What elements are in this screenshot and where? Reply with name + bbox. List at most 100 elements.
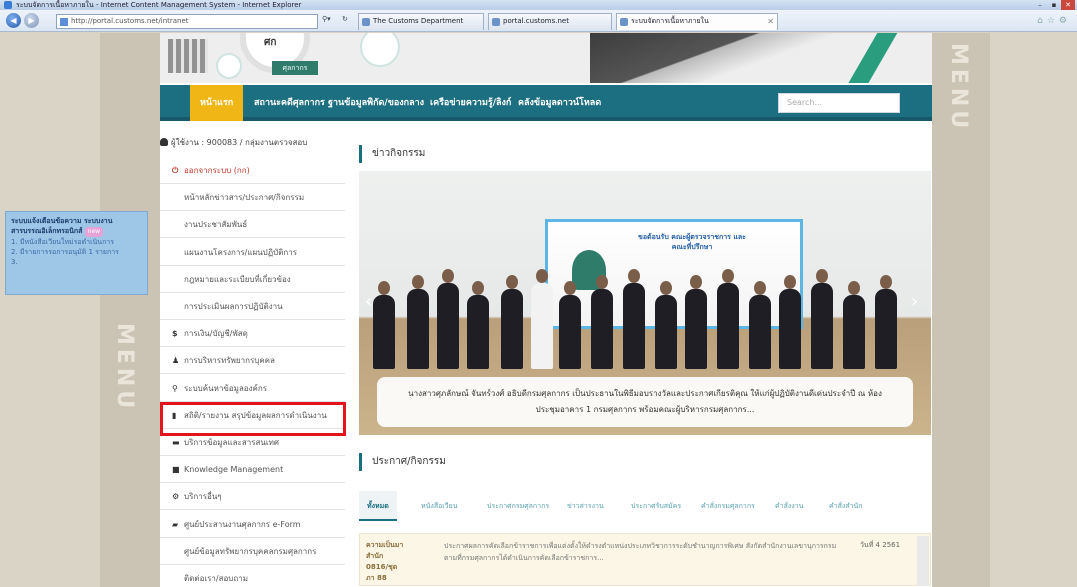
announcement-scrollbar[interactable] bbox=[917, 536, 929, 586]
person-figure bbox=[685, 289, 707, 369]
widget-line[interactable]: 2. มีรายการรอการอนุมัติ 1 รายการ bbox=[11, 247, 142, 257]
side-menu-item[interactable]: หน้าหลักข่าวสาร/ประกาศ/กิจกรรม bbox=[160, 184, 345, 212]
side-menu-item[interactable]: แผนงานโครงการ/แผนปฏิบัติการ bbox=[160, 239, 345, 266]
person-figure bbox=[407, 289, 429, 369]
person-head bbox=[660, 281, 672, 295]
side-menu-item[interactable]: ♟ การบริหารทรัพยากรบุคคล bbox=[160, 347, 345, 375]
side-menu-item[interactable]: $ การเงิน/บัญชี/พัสดุ bbox=[160, 320, 345, 348]
tab-bureau-orders[interactable]: คำสั่งสำนัก bbox=[829, 491, 863, 521]
nav-home[interactable]: หน้าแรก bbox=[190, 85, 244, 121]
person-head bbox=[378, 281, 390, 295]
tab-all[interactable]: ทั้งหมด bbox=[359, 491, 397, 521]
nav-tariff-database[interactable]: ฐานข้อมูลพิกัด/ของกลาง bbox=[328, 85, 424, 121]
widget-line[interactable]: 1. มีหนังสือเวียนใหม่รอดำเนินการ bbox=[11, 237, 142, 247]
tab-news[interactable]: ข่าวสารงาน bbox=[567, 491, 604, 521]
background-stripe bbox=[100, 33, 160, 587]
person-head bbox=[506, 275, 518, 289]
side-menu-item[interactable]: ■ Knowledge Management bbox=[160, 456, 345, 484]
gear-icon: ⚙ bbox=[172, 492, 180, 502]
maximize-button[interactable]: ▪ bbox=[1047, 0, 1061, 10]
user-icon bbox=[160, 138, 168, 146]
side-menu-label: หน้าหลักข่าวสาร/ประกาศ/กิจกรรม bbox=[184, 193, 305, 203]
tab-circulars[interactable]: หนังสือเวียน bbox=[421, 491, 458, 521]
photo-caption: นางสาวศุภลักษณ์ จันทร์วงศ์ อธิบดีกรมศุลก… bbox=[377, 377, 913, 427]
slider-next-icon[interactable]: › bbox=[911, 291, 918, 312]
news-section-title: ข่าวกิจกรรม bbox=[359, 145, 425, 163]
person-head bbox=[880, 275, 892, 289]
tab-work-orders[interactable]: คำสั่งงาน bbox=[775, 491, 803, 521]
tab-portal[interactable]: portal.customs.net bbox=[488, 13, 612, 30]
side-menu-item[interactable]: ▰ ศูนย์ประสานงานศุลกากร e-Form bbox=[160, 511, 345, 538]
news-photo-slider[interactable]: ขอต้อนรับ คณะผู้ตรวจราชการ และคณะที่ปรึก… bbox=[359, 171, 931, 435]
site-logo-subtitle: ศุลกากร bbox=[272, 61, 318, 75]
address-bar[interactable]: http://portal.customs.net/intranet bbox=[56, 14, 318, 29]
backdrop-text: ขอต้อนรับ คณะผู้ตรวจราชการ และคณะที่ปรึก… bbox=[638, 233, 746, 251]
person-figure bbox=[559, 295, 581, 369]
side-menu-item[interactable]: กฎหมายและระเบียบที่เกี่ยวข้อง bbox=[160, 266, 345, 293]
person-head bbox=[472, 281, 484, 295]
side-menu-label: Knowledge Management bbox=[184, 465, 284, 475]
person-head bbox=[564, 281, 576, 295]
person-head bbox=[412, 275, 424, 289]
notification-widget[interactable]: ระบบแจ้งเตือนข้อความ ระบบงานสารบรรณอิเล็… bbox=[5, 211, 148, 295]
tab-customs-announcements[interactable]: ประกาศกรมศุลกากร bbox=[487, 491, 549, 521]
person-head bbox=[596, 275, 608, 289]
user-icon: ♟ bbox=[172, 356, 180, 366]
side-menu-item[interactable]: ศูนย์ข้อมูลทรัพยากรบุคคลกรมศุลกากร bbox=[160, 538, 345, 565]
ie-logo-icon bbox=[4, 1, 12, 9]
refresh-icon[interactable]: ↻ bbox=[342, 15, 348, 23]
person-figure bbox=[501, 289, 523, 369]
search-dropdown-icon[interactable]: ⚲▾ bbox=[322, 15, 331, 23]
person-figure bbox=[467, 295, 489, 369]
side-menu-item[interactable]: ⚲ ระบบค้นหาข้อมูลองค์กร bbox=[160, 375, 345, 402]
address-text: http://portal.customs.net/intranet bbox=[71, 17, 189, 25]
search-input[interactable]: Search... bbox=[778, 93, 900, 113]
tab-active[interactable]: ระบบจัดการเนื้อหาภายใน ✕ bbox=[616, 13, 778, 30]
user-info-text: ผู้ใช้งาน : 900083 / กลุ่มงานตรวจสอบ bbox=[171, 138, 308, 147]
highlight-box bbox=[160, 402, 346, 436]
person-head bbox=[442, 269, 454, 283]
power-icon: ⏻ bbox=[172, 166, 179, 175]
side-menu-item[interactable]: งานประชาสัมพันธ์ bbox=[160, 211, 345, 239]
side-menu-label: แผนงานโครงการ/แผนปฏิบัติการ bbox=[184, 247, 298, 257]
tab-recruitment[interactable]: ประกาศรับสมัคร bbox=[631, 491, 681, 521]
announcement-ref: ความเป็นมา สำนัก 0816/ชุดภา 88 bbox=[366, 541, 404, 582]
side-menu-item[interactable]: ติดต่อเรา/สอบถาม bbox=[160, 565, 345, 587]
announcement-item[interactable]: ความเป็นมา สำนัก 0816/ชุดภา 88 ประกาศผลก… bbox=[359, 533, 931, 586]
side-menu-label: ศูนย์ประสานงานศุลกากร e-Form bbox=[184, 519, 301, 529]
page-icon bbox=[60, 18, 68, 26]
tab-customs-orders[interactable]: คำสั่งกรมศุลกากร bbox=[701, 491, 755, 521]
browser-toolbar: ◀ ▶ http://portal.customs.net/intranet ⚲… bbox=[0, 10, 1077, 32]
person-head bbox=[722, 269, 734, 283]
close-button[interactable]: ✕ bbox=[1061, 0, 1075, 10]
user-info: ผู้ใช้งาน : 900083 / กลุ่มงานตรวจสอบ bbox=[160, 136, 345, 149]
tab-favicon-icon bbox=[362, 18, 370, 26]
toolbar-icons[interactable]: ⌂☆⚙ bbox=[1037, 16, 1071, 26]
back-button[interactable]: ◀ bbox=[6, 13, 21, 28]
person-figure bbox=[717, 283, 739, 369]
side-menu-item[interactable]: ⏻ ออกจากระบบ (กก) bbox=[160, 157, 345, 184]
page-background-right: MENU bbox=[932, 33, 1077, 587]
side-menu-item[interactable]: การประเมินผลการปฏิบัติงาน bbox=[160, 293, 345, 320]
nav-knowledge-links[interactable]: เครือข่ายความรู้/ลิงก์ bbox=[430, 85, 511, 121]
nav-downloads[interactable]: คลังข้อมูลดาวน์โหลด bbox=[518, 85, 601, 121]
side-menu-label: งานประชาสัมพันธ์ bbox=[184, 220, 248, 230]
site-banner: ศก ศุลกากร bbox=[160, 33, 932, 83]
side-menu-item[interactable]: ⚙ บริการอื่นๆ bbox=[160, 483, 345, 511]
person-figure bbox=[875, 289, 897, 369]
side-menu-label: กฎหมายและระเบียบที่เกี่ยวข้อง bbox=[184, 274, 291, 284]
minimize-button[interactable]: – bbox=[1033, 0, 1047, 10]
tab-customs-department[interactable]: The Customs Department bbox=[358, 13, 484, 30]
person-head bbox=[784, 275, 796, 289]
person-figure bbox=[373, 295, 395, 369]
tab-close-icon[interactable]: ✕ bbox=[767, 14, 774, 29]
forward-button[interactable]: ▶ bbox=[24, 13, 39, 28]
nav-case-status[interactable]: สถานะคดีศุลกากร bbox=[254, 85, 325, 121]
widget-line[interactable]: 3. bbox=[11, 257, 142, 267]
banner-decoration bbox=[216, 53, 242, 79]
slider-prev-icon[interactable]: ‹ bbox=[365, 291, 372, 312]
side-menu-label: การประเมินผลการปฏิบัติงาน bbox=[184, 302, 283, 311]
tab-favicon-icon bbox=[620, 18, 628, 26]
person-figure bbox=[843, 295, 865, 369]
search-icon: ⚲ bbox=[172, 383, 178, 393]
